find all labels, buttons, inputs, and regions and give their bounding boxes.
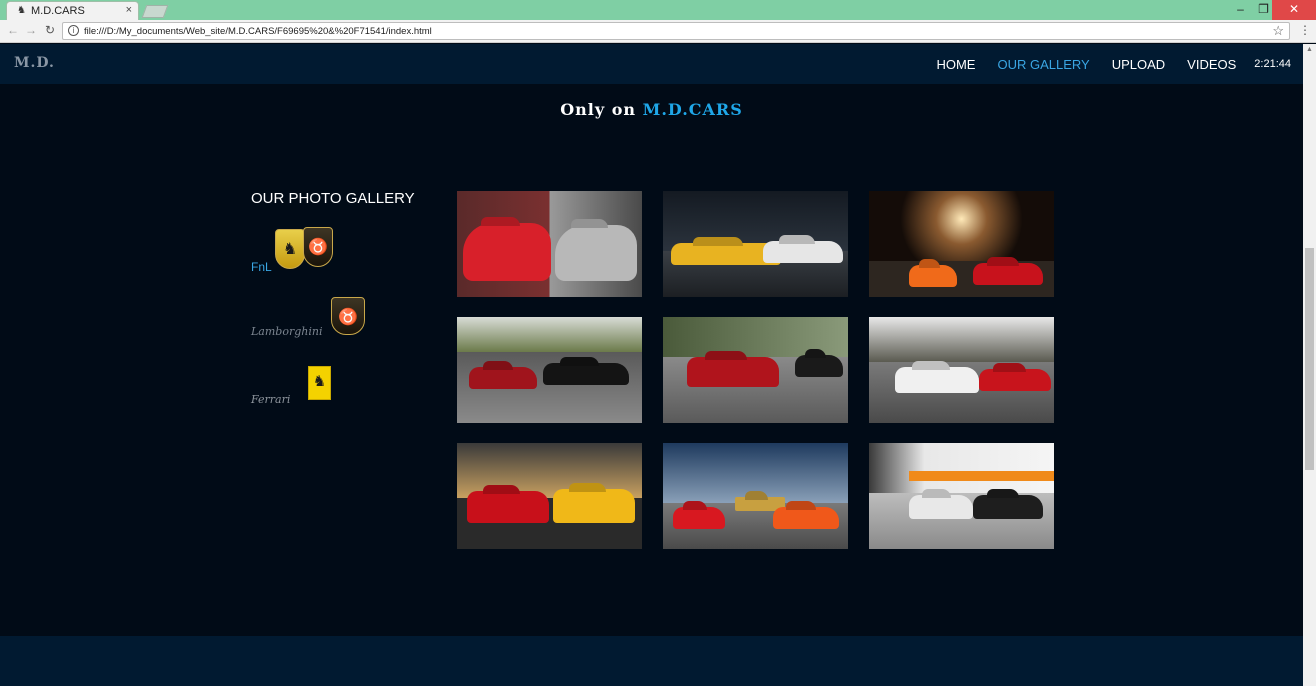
browser-tab[interactable]: ♞ M.D.CARS × (6, 1, 139, 20)
tab-close-icon[interactable]: × (126, 4, 132, 16)
scroll-up-icon[interactable]: ▲ (1306, 46, 1313, 53)
favicon-icon: ♞ (17, 5, 26, 16)
gallery-photo[interactable] (869, 443, 1054, 549)
site-footer (0, 636, 1303, 686)
browser-menu-icon[interactable]: ⋮ (1299, 23, 1311, 37)
lamborghini-wordmark[interactable]: Lamborghini (251, 325, 322, 338)
info-icon[interactable]: i (68, 25, 79, 36)
forward-arrow-icon[interactable]: → (24, 23, 38, 37)
address-bar[interactable]: i file:///D:/My_documents/Web_site/M.D.C… (62, 22, 1290, 40)
gallery-photo[interactable] (869, 317, 1054, 423)
nav-videos[interactable]: VIDEOS (1187, 57, 1236, 72)
fnl-link[interactable]: FnL (251, 260, 272, 274)
site-logo[interactable]: M.D. (14, 55, 55, 71)
new-tab-button[interactable] (141, 5, 169, 18)
gallery-heading: OUR PHOTO GALLERY (251, 190, 415, 207)
url-text[interactable]: file:///D:/My_documents/Web_site/M.D.CAR… (84, 26, 432, 37)
lamborghini-logo-icon[interactable]: ♉ (331, 297, 365, 335)
gallery-photo[interactable] (663, 443, 848, 549)
gallery-photo[interactable] (457, 443, 642, 549)
tagline: Only on M.D.CARS (0, 100, 1303, 119)
page-scrollbar[interactable]: ▲ (1303, 44, 1316, 686)
close-window-button[interactable]: ✕ (1272, 0, 1316, 20)
nav-our-gallery[interactable]: OUR GALLERY (997, 57, 1089, 72)
tagline-prefix: Only on (560, 100, 643, 119)
tagline-brand: M.D.CARS (642, 100, 743, 119)
ferrari-wordmark[interactable]: Ferrari (251, 393, 290, 406)
back-arrow-icon[interactable]: ← (6, 23, 20, 37)
gallery-photo[interactable] (663, 191, 848, 297)
main-nav: HOME OUR GALLERY UPLOAD VIDEOS 2:21:44 (914, 44, 1291, 84)
tab-title: M.D.CARS (31, 5, 85, 17)
browser-tab-bar: ♞ M.D.CARS × – ❐ ✕ (0, 0, 1316, 20)
bookmark-star-icon[interactable]: ☆ (1272, 23, 1284, 39)
ferrari-shield-icon[interactable]: ♞ (275, 229, 305, 269)
reload-icon[interactable]: ↻ (43, 23, 57, 37)
site-header: M.D. HOME OUR GALLERY UPLOAD VIDEOS 2:21… (0, 44, 1303, 84)
nav-upload[interactable]: UPLOAD (1112, 57, 1165, 72)
ferrari-logo-icon[interactable]: ♞ (308, 366, 331, 400)
browser-toolbar: ← → ↻ i file:///D:/My_documents/Web_site… (0, 20, 1316, 43)
gallery-photo[interactable] (457, 317, 642, 423)
lamborghini-shield-icon[interactable]: ♉ (303, 227, 333, 267)
gallery-photo[interactable] (457, 191, 642, 297)
gallery-photo[interactable] (869, 191, 1054, 297)
clock: 2:21:44 (1254, 58, 1291, 70)
nav-home[interactable]: HOME (936, 57, 975, 72)
scroll-thumb[interactable] (1305, 248, 1314, 470)
gallery-photo[interactable] (663, 317, 848, 423)
